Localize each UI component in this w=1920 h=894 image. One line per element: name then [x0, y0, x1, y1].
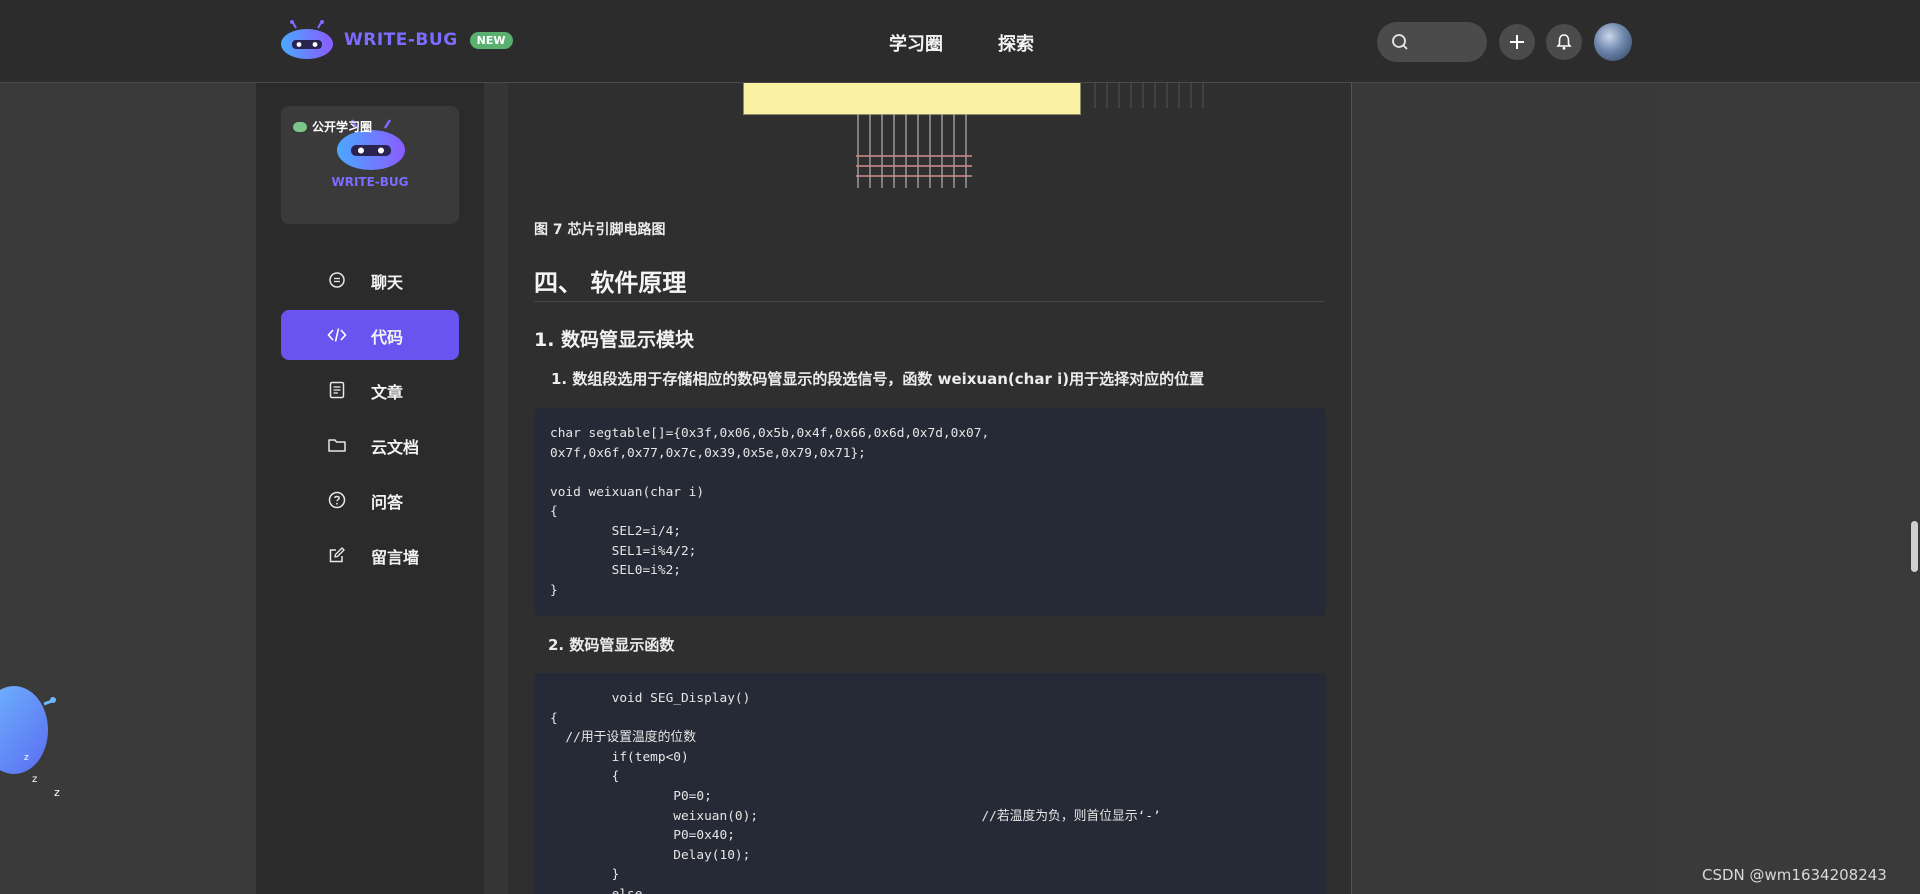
code-text: char segtable[]={0x3f,0x06,0x5b,0x4f,0x6…: [550, 426, 990, 598]
sidebar-item-label: 聊天: [371, 273, 404, 292]
search-icon: [1392, 34, 1408, 50]
content-margin: [484, 83, 508, 894]
code-block[interactable]: char segtable[]={0x3f,0x06,0x5b,0x4f,0x6…: [534, 408, 1326, 616]
figure-caption: 图 7 芯片引脚电路图: [534, 222, 666, 238]
svg-text:z: z: [32, 774, 37, 785]
subsection-heading: 1. 数码管显示模块: [534, 329, 695, 351]
circle-name: WRITE-BUG: [331, 175, 409, 189]
top-navigation-bar: WRITE-BUG NEW 学习圈 探索: [0, 0, 1920, 83]
pin-labels-graphic: [1094, 83, 1204, 108]
logo-text: WRITE-BUG: [344, 30, 458, 50]
svg-text:z: z: [54, 786, 60, 798]
nav-explore[interactable]: 探索: [998, 30, 1034, 56]
nav-study-circle[interactable]: 学习圈: [889, 30, 943, 56]
sidebar-item-code[interactable]: 代码: [281, 310, 459, 360]
floating-mascot-icon[interactable]: z z z: [0, 668, 70, 798]
code-icon: [327, 328, 347, 342]
mascot-logo-icon: [281, 20, 333, 59]
new-badge: NEW: [469, 31, 513, 49]
sidebar-item-message-wall[interactable]: 留言墙: [281, 530, 459, 580]
sidebar-item-label: 文章: [371, 383, 404, 402]
svg-text:z: z: [24, 753, 29, 763]
chat-icon: [329, 272, 345, 288]
create-button[interactable]: [1499, 24, 1535, 60]
paragraph: 1. 数组段选用于存储相应的数码管显示的段选信号，函数 weixuan(char…: [551, 370, 1205, 388]
right-panel: [1352, 83, 1656, 894]
public-circle-tag: 公开学习圈: [293, 118, 372, 135]
question-icon: [328, 491, 346, 509]
code-text: void SEG_Display() { //用于设置温度的位数 if(temp…: [550, 691, 1161, 894]
heading-divider: [534, 301, 1324, 302]
plus-icon: [1510, 35, 1524, 49]
sidebar-item-chat[interactable]: 聊天: [281, 255, 459, 305]
folder-icon: [328, 439, 346, 452]
search-box[interactable]: [1377, 22, 1487, 62]
bell-icon: [1556, 34, 1572, 50]
notifications-button[interactable]: [1546, 24, 1582, 60]
sidebar-item-qa[interactable]: 问答: [281, 475, 459, 525]
page-scrollbar[interactable]: [1905, 83, 1920, 894]
section-heading: 四、 软件原理: [534, 269, 687, 297]
sidebar-item-cloud-docs[interactable]: 云文档: [281, 420, 459, 470]
study-circle-card[interactable]: 公开学习圈 WRITE-BUG: [281, 106, 459, 224]
page-right-margin: [1656, 83, 1920, 894]
scrollbar-thumb[interactable]: [1911, 521, 1918, 572]
sidebar-item-label: 留言墙: [371, 548, 420, 567]
article-content: 图 7 芯片引脚电路图 四、 软件原理 1. 数码管显示模块 1. 数组段选用于…: [508, 83, 1352, 894]
robot-icon: [293, 121, 307, 132]
public-circle-label: 公开学习圈: [312, 120, 373, 134]
edit-icon: [329, 547, 345, 563]
site-logo[interactable]: WRITE-BUG NEW: [280, 20, 513, 60]
chip-schematic-image: [743, 83, 1204, 115]
csdn-watermark: CSDN @wm1634208243: [1702, 866, 1887, 884]
article-icon: [329, 381, 345, 399]
code-block[interactable]: void SEG_Display() { //用于设置温度的位数 if(temp…: [534, 673, 1326, 894]
user-avatar[interactable]: [1594, 23, 1632, 61]
sidebar-item-label: 云文档: [371, 438, 420, 457]
sidebar-item-article[interactable]: 文章: [281, 365, 459, 415]
sidebar-item-label: 代码: [371, 328, 404, 347]
pin-wires-graphic: [856, 113, 972, 188]
paragraph: 2. 数码管显示函数: [548, 636, 675, 654]
sidebar-item-label: 问答: [371, 493, 404, 512]
